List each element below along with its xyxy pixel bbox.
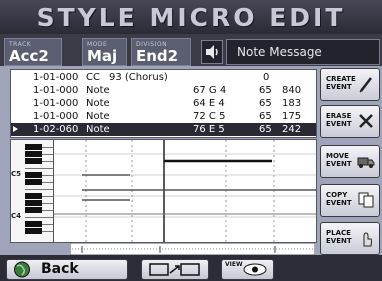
event-detail: 93 (Chorus): [109, 72, 168, 83]
event-value: 65: [259, 111, 272, 122]
event-length: 183: [282, 98, 302, 109]
place-hand-icon: [363, 232, 372, 247]
event-list[interactable]: 1-01-000 CC 93 (Chorus) 0 1-01-000 Note …: [10, 69, 317, 138]
copy-event-label: COPY EVENT: [326, 191, 352, 207]
piano-roll[interactable]: C5 C4: [10, 139, 317, 243]
erase-x-icon: [359, 114, 373, 128]
event-type: Note: [86, 98, 110, 109]
note-grid[interactable]: [54, 140, 316, 242]
event-length: 175: [282, 111, 302, 122]
event-type: Note: [86, 124, 110, 135]
event-row[interactable]: 1-01-000 Note 67 G 4 65 840: [11, 84, 316, 97]
event-row-selected[interactable]: 1-02-060 Note 76 E 5 65 242: [11, 123, 316, 136]
event-note: 64 E 4: [193, 98, 225, 109]
event-position: 1-01-000: [33, 85, 79, 96]
event-position: 1-01-000: [33, 98, 79, 109]
event-row[interactable]: 1-01-000 Note 72 C 5 65 175: [11, 110, 316, 123]
create-event-button[interactable]: CREATE EVENT: [320, 68, 380, 101]
speaker-icon[interactable]: [201, 40, 223, 64]
division-field[interactable]: DIVISION End2: [131, 38, 191, 66]
style-micro-edit-screen: STYLE MICRO EDIT TRACK Acc2 MODE Maj DIV…: [0, 0, 382, 281]
event-value: 65: [259, 85, 272, 96]
mode-field[interactable]: MODE Maj: [82, 38, 127, 66]
place-event-button[interactable]: PLACE EVENT: [320, 222, 380, 255]
event-note: 72 C 5: [193, 111, 226, 122]
event-type: CC: [86, 72, 100, 83]
event-length: 242: [282, 124, 302, 135]
piano-keyboard: C5 C4: [11, 140, 54, 242]
division-value: End2: [136, 47, 179, 65]
event-type: Note: [86, 111, 110, 122]
pencil-icon: [359, 77, 372, 93]
event-row[interactable]: 1-01-000 Note 64 E 4 65 183: [11, 97, 316, 110]
octave-label-c5: C5: [11, 170, 22, 178]
event-length: 840: [282, 85, 302, 96]
move-event-label: MOVE EVENT: [326, 152, 352, 168]
globe-back-icon: [14, 261, 30, 278]
zoom-expand-icon: [149, 263, 200, 276]
place-event-label: PLACE EVENT: [326, 229, 352, 245]
event-value: 65: [259, 98, 272, 109]
view-button[interactable]: VIEW: [221, 259, 274, 280]
truck-icon: [357, 157, 375, 168]
position-ruler[interactable]: [70, 243, 315, 255]
create-event-label: CREATE EVENT: [326, 75, 356, 91]
track-value: Acc2: [9, 47, 49, 65]
octave-label-c4: C4: [11, 212, 22, 220]
track-field[interactable]: TRACK Acc2: [4, 38, 62, 66]
event-type: Note: [86, 85, 110, 96]
erase-event-button[interactable]: ERASE EVENT: [320, 105, 380, 138]
title-bar: STYLE MICRO EDIT: [0, 0, 382, 34]
move-event-button[interactable]: MOVE EVENT: [320, 145, 380, 178]
event-note: 76 E 5: [193, 124, 225, 135]
mode-value: Maj: [87, 47, 118, 65]
zoom-button[interactable]: [141, 259, 209, 280]
event-position: 1-02-060: [33, 124, 79, 135]
back-button[interactable]: Back: [6, 259, 128, 280]
event-row[interactable]: 1-01-000 CC 93 (Chorus) 0: [11, 71, 316, 84]
back-label: Back: [41, 261, 79, 277]
page-title: STYLE MICRO EDIT: [36, 3, 346, 32]
copy-event-button[interactable]: COPY EVENT: [320, 184, 380, 217]
event-value: 65: [259, 124, 272, 135]
erase-event-label: ERASE EVENT: [326, 112, 352, 128]
message-value: Note Message: [237, 45, 322, 59]
event-position: 1-01-000: [33, 111, 79, 122]
event-position: 1-01-000: [33, 72, 79, 83]
copy-pages-icon: [358, 192, 374, 208]
view-label: VIEW: [225, 261, 243, 268]
event-note: 67 G 4: [193, 85, 227, 96]
message-field[interactable]: Note Message: [226, 39, 380, 65]
row-cursor-icon: [13, 126, 18, 132]
eye-icon: [243, 263, 267, 276]
event-value: 0: [263, 72, 270, 83]
